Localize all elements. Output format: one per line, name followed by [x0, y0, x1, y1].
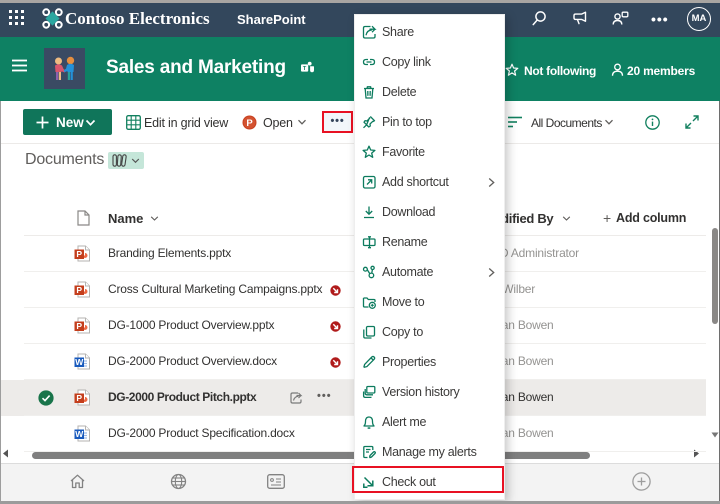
svg-text:P: P: [76, 249, 82, 259]
svg-text:P: P: [76, 285, 82, 295]
svg-text:W: W: [75, 357, 84, 367]
svg-text:P: P: [76, 321, 82, 331]
svg-text:P: P: [246, 118, 253, 129]
svg-text:P: P: [76, 393, 82, 403]
svg-text:W: W: [75, 429, 84, 439]
